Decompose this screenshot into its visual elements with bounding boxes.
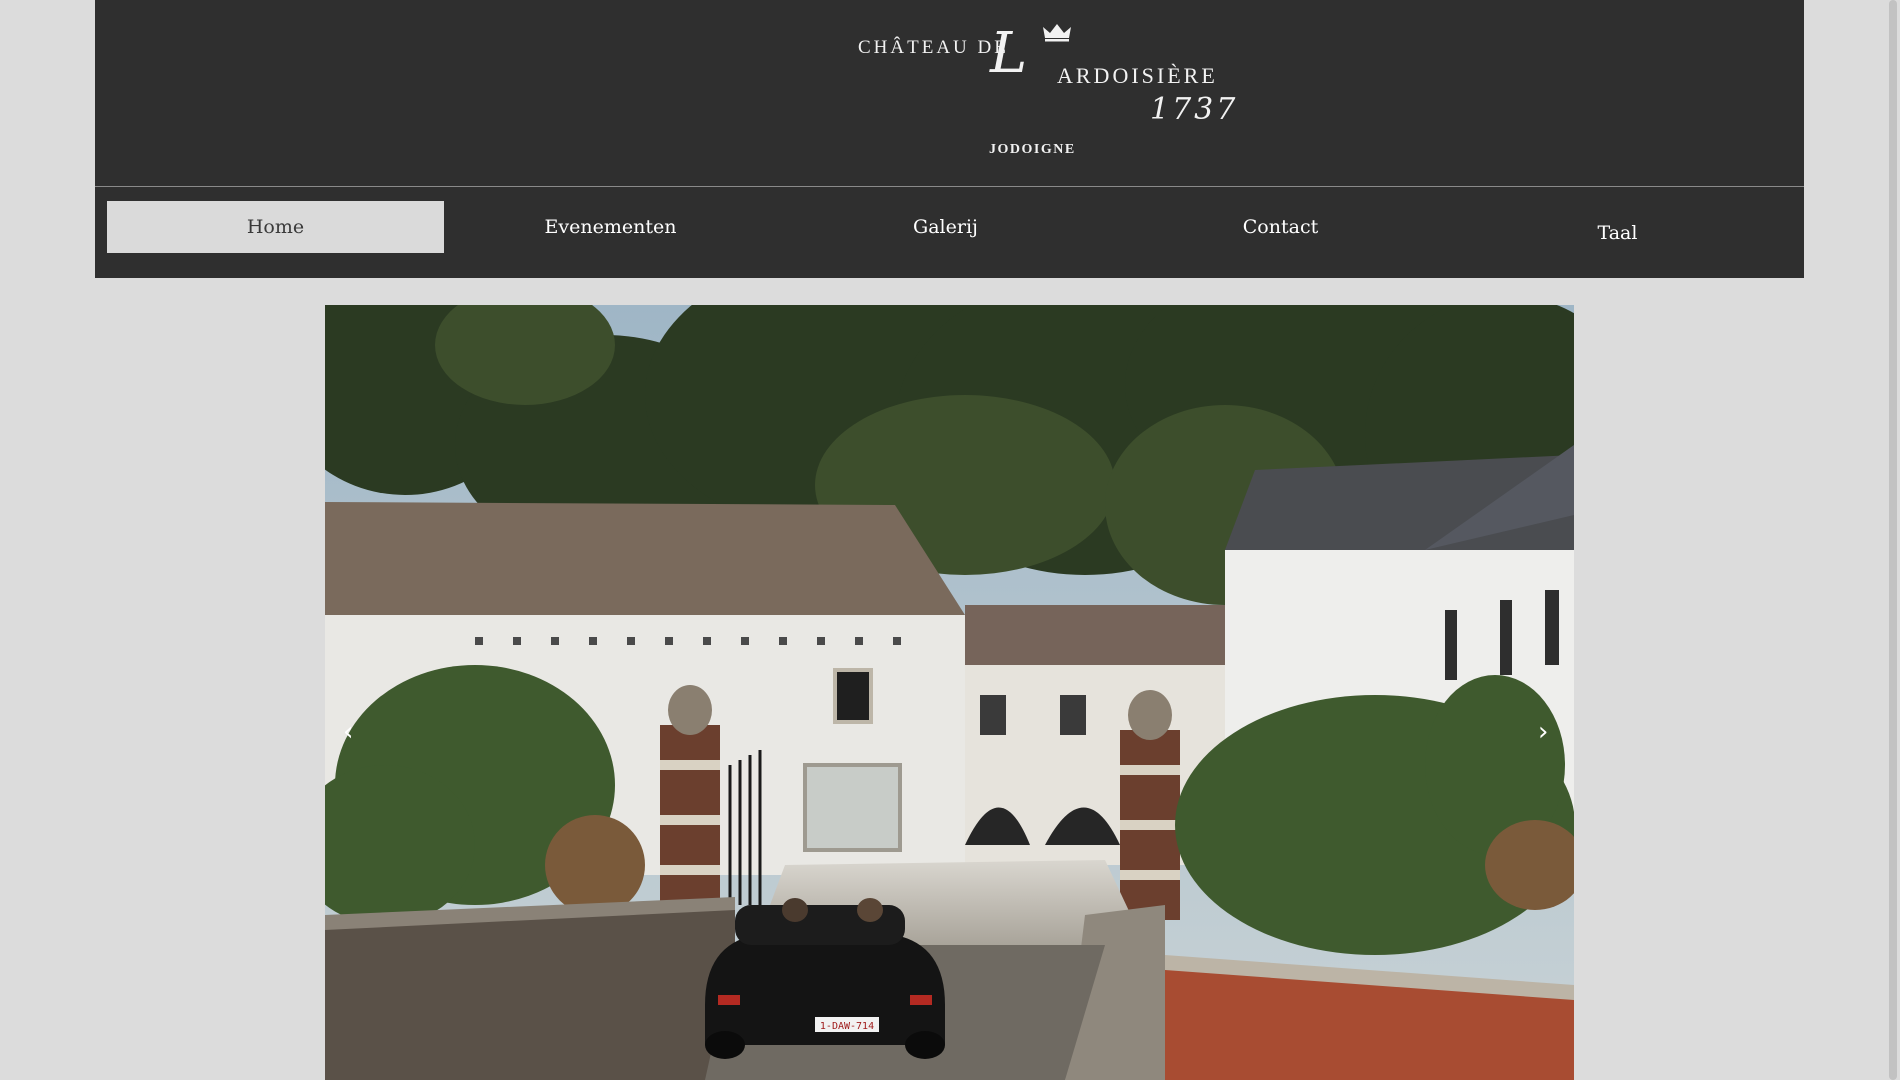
scrollbar-thumb[interactable] [1889,0,1897,1080]
nav-item-label: Galerij [913,216,978,238]
hero-image: 1-DAW-714 [325,305,1574,1080]
nav-item-taal[interactable]: Taal [1449,207,1786,259]
logo-line-ardoisiere: ARDOISIÈRE [1057,63,1218,88]
site-logo[interactable]: CHÂTEAU DE L ARDOISIÈRE 1737 JODOIGNE [850,18,1240,168]
logo-line-chateau: CHÂTEAU DE [858,37,1009,58]
crown-icon [1043,24,1071,42]
logo-town: JODOIGNE [989,142,1076,157]
logo-year: 1737 [1150,92,1239,127]
nav-item-home[interactable]: Home [107,201,444,253]
nav-item-galerij[interactable]: Galerij [777,201,1114,253]
site-header: CHÂTEAU DE L ARDOISIÈRE 1737 JODOIGNE [95,0,1804,187]
page-scrollbar[interactable] [1886,0,1900,1080]
nav-item-label: Contact [1242,216,1319,238]
nav-item-evenementen[interactable]: Evenementen [442,201,779,253]
slider-prev-button[interactable]: ‹ [343,717,353,747]
nav-item-contact[interactable]: Contact [1112,201,1449,253]
page: CHÂTEAU DE L ARDOISIÈRE 1737 JODOIGNE Ho… [0,0,1900,1080]
hero-slider: 1-DAW-714 ‹ › [325,305,1574,1080]
nav-item-label: Evenementen [544,216,677,238]
slider-next-button[interactable]: › [1538,717,1548,747]
logo-initial: L [990,21,1028,86]
nav-item-label: Home [246,216,305,238]
nav-item-label: Taal [1597,222,1638,244]
main-navigation: Home Evenementen Galerij Contact Taal [95,187,1804,278]
car-plate-text: 1-DAW-714 [820,1021,874,1032]
